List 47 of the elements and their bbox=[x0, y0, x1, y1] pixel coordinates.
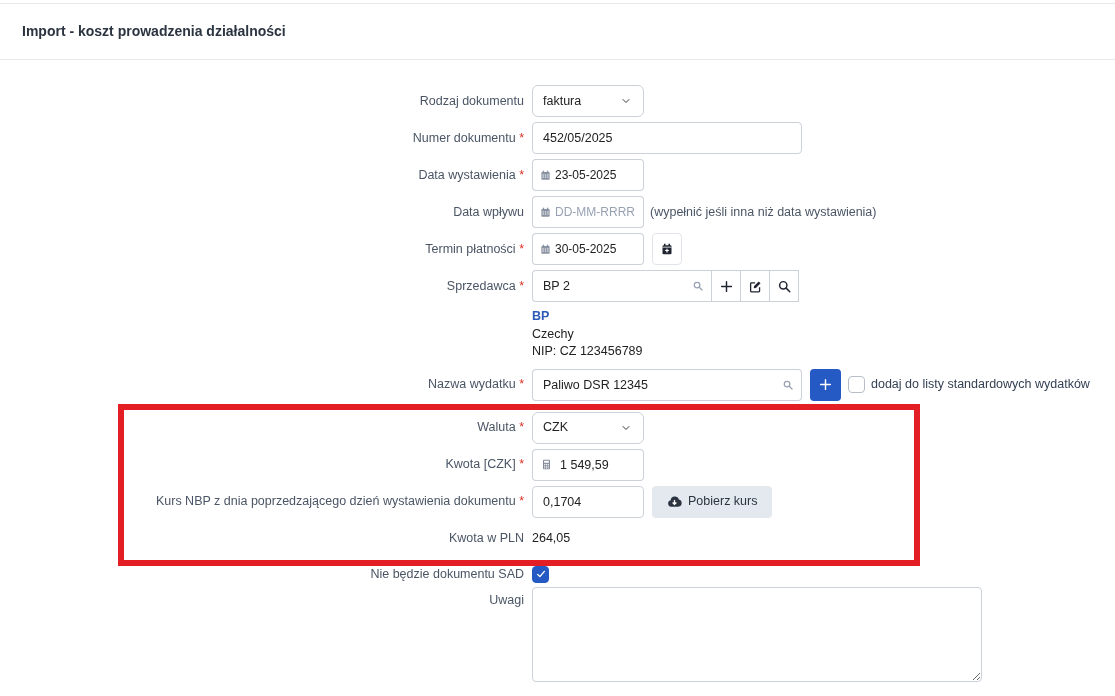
required-asterisk: * bbox=[519, 494, 524, 509]
required-asterisk: * bbox=[519, 130, 524, 145]
field-label: Uwagi bbox=[488, 592, 524, 610]
seller-detail: NIP: CZ 123456789 bbox=[532, 343, 643, 360]
field-label: Numer dokumentu * bbox=[411, 129, 524, 147]
field-label: Sprzedawca * bbox=[445, 277, 524, 295]
hint-text: (wypełnić jeśli inna niż data wystawienia) bbox=[650, 203, 877, 221]
select-dropdown[interactable]: faktura bbox=[532, 85, 644, 117]
cloud-download-icon bbox=[667, 494, 682, 509]
plus-icon bbox=[819, 378, 832, 391]
edit-button[interactable] bbox=[740, 270, 770, 302]
add-button[interactable] bbox=[810, 368, 841, 401]
seller-detail: Czechy bbox=[532, 325, 575, 343]
calendar-plus-icon bbox=[661, 243, 673, 255]
field-label: Nazwa wydatku * bbox=[427, 376, 524, 394]
edit-icon bbox=[748, 279, 762, 293]
required-asterisk: * bbox=[519, 457, 524, 472]
required-asterisk: * bbox=[519, 241, 524, 256]
search-icon bbox=[777, 279, 791, 293]
text-field[interactable]: 452/05/2025 bbox=[532, 122, 802, 154]
check-icon bbox=[534, 568, 547, 580]
plus-icon bbox=[719, 279, 733, 293]
calendar-button[interactable] bbox=[652, 233, 682, 265]
field-label: Kwota [CZK] * bbox=[444, 456, 524, 474]
checkbox[interactable] bbox=[848, 376, 865, 393]
fetch-rate-button[interactable]: Pobierz kurs bbox=[652, 485, 773, 518]
checkbox-label: dodaj do listy standardowych wydatków bbox=[871, 376, 1090, 394]
field-label: Kurs NBP z dnia poprzedzającego dzień wystawienia dokumentu * bbox=[154, 493, 524, 511]
field-label: Kwota w PLN bbox=[447, 530, 524, 548]
rate-field[interactable]: 0,1704 bbox=[532, 485, 644, 518]
required-asterisk: * bbox=[519, 377, 524, 392]
required-asterisk: * bbox=[519, 420, 524, 435]
required-asterisk: * bbox=[519, 278, 524, 293]
page-title: Import - koszt prowadzenia działalności bbox=[22, 22, 286, 41]
field-label: Rodzaj dokumentu bbox=[418, 92, 524, 110]
notes-field[interactable] bbox=[532, 587, 982, 683]
field-label: Nie będzie dokumentu SAD bbox=[369, 565, 524, 583]
select-dropdown[interactable]: CZK bbox=[532, 411, 644, 444]
field-label: Termin płatności * bbox=[424, 240, 524, 258]
amount-value: 264,05 bbox=[532, 530, 571, 548]
seller-name: BP bbox=[532, 308, 551, 325]
required-asterisk: * bbox=[519, 167, 524, 182]
field-label: Data wpływu bbox=[452, 203, 524, 221]
add-button[interactable] bbox=[711, 270, 741, 302]
field-label: Waluta * bbox=[476, 419, 524, 437]
field-label: Data wystawienia * bbox=[417, 166, 524, 184]
search-button[interactable] bbox=[769, 270, 799, 302]
